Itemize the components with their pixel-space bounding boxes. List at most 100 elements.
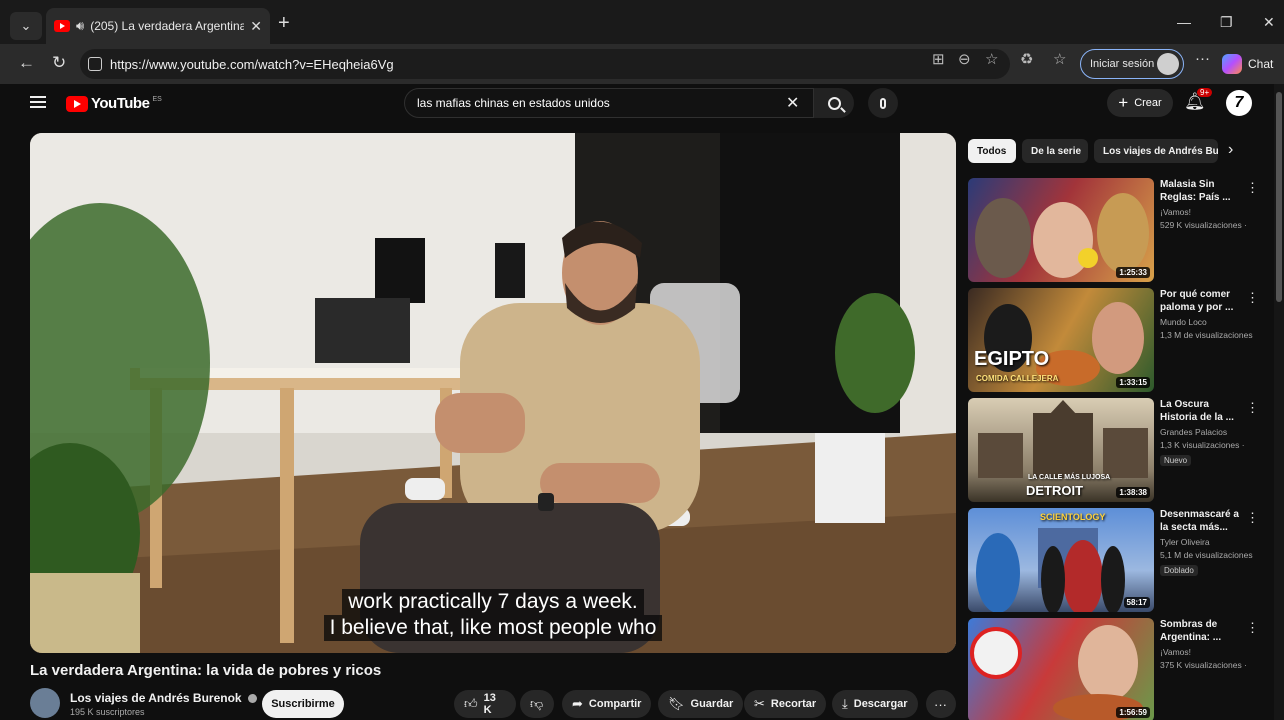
- subscriber-count: 195 K suscriptores: [70, 707, 145, 717]
- dubbed-badge: Doblado: [1160, 565, 1198, 576]
- rec-views: 1,3 M de visualizaciones: [1160, 330, 1253, 340]
- chip-all[interactable]: Todos: [968, 139, 1016, 163]
- recommendation-item[interactable]: 1:56:59 Sombras de Argentina: ... ¡Vamos…: [968, 618, 1268, 720]
- save-label: Guardar: [690, 698, 734, 710]
- scissors-icon: ✂: [754, 696, 765, 711]
- thumbnail-headline: DETROIT: [1026, 483, 1084, 498]
- create-button[interactable]: + Crear: [1107, 89, 1173, 117]
- video-duration: 1:56:59: [1116, 707, 1150, 718]
- download-button[interactable]: ⤓ Descargar: [832, 690, 918, 718]
- youtube-logo-icon: [66, 95, 88, 112]
- signin-button[interactable]: Iniciar sesión: [1080, 49, 1184, 79]
- caption-text-2: I believe that, like most people who: [323, 615, 663, 641]
- channel-name-row[interactable]: Los viajes de Andrés Burenok: [70, 691, 257, 705]
- minimize-icon[interactable]: —: [1177, 14, 1191, 30]
- zoom-icon[interactable]: ⊖: [958, 50, 971, 68]
- clip-button[interactable]: ✂ Recortar: [744, 690, 827, 718]
- chevron-right-icon[interactable]: ›: [1228, 141, 1233, 159]
- reload-icon[interactable]: ↻: [52, 53, 66, 73]
- thumbnail-headline: EGIPTO: [974, 348, 1050, 370]
- video-duration: 1:33:15: [1116, 377, 1150, 388]
- dislike-button[interactable]: 👎︎: [520, 690, 554, 718]
- more-actions-button[interactable]: ···: [926, 690, 956, 718]
- thumbnail-headline: SCIENTOLOGY: [1040, 512, 1106, 522]
- tab-list-button[interactable]: ⌄: [10, 12, 42, 40]
- back-icon[interactable]: ←: [18, 53, 35, 73]
- close-tab-icon[interactable]: ✕: [250, 18, 262, 35]
- rec-menu-icon[interactable]: ⋮: [1246, 510, 1259, 526]
- rec-channel: ¡Vamos!: [1160, 647, 1192, 657]
- channel-avatar[interactable]: [30, 688, 60, 718]
- notification-badge: 9+: [1197, 88, 1213, 97]
- new-badge: Nuevo: [1160, 455, 1192, 466]
- rec-menu-icon[interactable]: ⋮: [1246, 180, 1259, 196]
- account-avatar[interactable]: 7: [1226, 90, 1252, 116]
- video-thumbnail[interactable]: SCIENTOLOGY 58:17: [968, 508, 1154, 612]
- chip-channel[interactable]: Los viajes de Andrés Bu: [1094, 139, 1218, 163]
- page-scrollbar[interactable]: [1274, 84, 1284, 720]
- rec-title: Malasia Sin Reglas: País ...: [1160, 179, 1231, 203]
- rec-title: Sombras de Argentina: ...: [1160, 619, 1222, 643]
- create-label: Crear: [1134, 97, 1162, 109]
- like-button[interactable]: 👍︎ 13 K: [454, 690, 516, 718]
- youtube-masthead: YouTube ES las mafias chinas en estados …: [12, 84, 1274, 124]
- speaker-icon[interactable]: 🔊︎: [76, 18, 84, 34]
- rec-views: 375 K visualizaciones ·: [1160, 660, 1247, 670]
- more-menu-icon[interactable]: ···: [1195, 50, 1210, 67]
- video-thumbnail[interactable]: LA CALLE MÁS LUJOSA DETROIT 1:38:38: [968, 398, 1154, 502]
- close-window-icon[interactable]: ✕: [1263, 14, 1275, 31]
- chip-series[interactable]: De la serie: [1022, 139, 1088, 163]
- thumbnail-subheadline: COMIDA CALLEJERA: [976, 374, 1059, 383]
- search-icon: [827, 96, 841, 110]
- voice-search-button[interactable]: [868, 88, 898, 118]
- url-field[interactable]: https://www.youtube.com/watch?v=EHeqheia…: [80, 49, 1010, 79]
- youtube-logo[interactable]: YouTube ES: [66, 95, 162, 112]
- menu-icon[interactable]: [30, 96, 46, 108]
- new-tab-icon[interactable]: +: [278, 12, 290, 35]
- favorite-star-icon[interactable]: ☆: [985, 50, 998, 68]
- video-player[interactable]: work practically 7 days a week. I believ…: [30, 133, 956, 653]
- subscribe-button[interactable]: Suscribirme: [262, 690, 344, 718]
- like-count: 13 K: [483, 692, 496, 716]
- copilot-icon: [1222, 54, 1242, 74]
- video-frame: [30, 133, 956, 653]
- rec-views: 5,1 M de visualizaciones: [1160, 550, 1253, 560]
- address-bar: ← ↻ https://www.youtube.com/watch?v=EHeq…: [0, 44, 1284, 84]
- video-thumbnail[interactable]: 1:56:59: [968, 618, 1154, 720]
- signin-label: Iniciar sesión: [1090, 58, 1155, 70]
- recommendation-item[interactable]: 1:25:33 Malasia Sin Reglas: País ... ¡Va…: [968, 178, 1268, 282]
- logo-country: ES: [152, 96, 162, 103]
- caption-line-2: I believe that, like most people who: [30, 615, 956, 641]
- rec-channel: Mundo Loco: [1160, 317, 1207, 327]
- bookmark-icon: 🔖︎: [668, 696, 685, 711]
- share-button[interactable]: ➦ Compartir: [562, 690, 652, 718]
- rec-menu-icon[interactable]: ⋮: [1246, 400, 1259, 416]
- video-thumbnail[interactable]: 1:25:33: [968, 178, 1154, 282]
- rec-menu-icon[interactable]: ⋮: [1246, 620, 1259, 636]
- rec-views: 1,3 K visualizaciones ·: [1160, 440, 1245, 450]
- browser-tab[interactable]: 🔊︎ (205) La verdadera Argentina: la vida…: [46, 8, 270, 44]
- share-label: Compartir: [588, 698, 642, 710]
- recommendation-item[interactable]: SCIENTOLOGY 58:17 Desenmascaré a la sect…: [968, 508, 1268, 612]
- video-title: La verdadera Argentina: la vida de pobre…: [30, 662, 382, 679]
- video-thumbnail[interactable]: EGIPTO COMIDA CALLEJERA 1:33:15: [968, 288, 1154, 392]
- thumbs-down-icon: 👎︎: [530, 696, 544, 711]
- search-input[interactable]: las mafias chinas en estados unidos: [404, 88, 814, 118]
- thumbnail-art: [970, 625, 1143, 720]
- maximize-icon[interactable]: ❐: [1220, 14, 1233, 31]
- logo-text: YouTube: [91, 95, 150, 112]
- clear-search-icon[interactable]: ✕: [786, 93, 799, 113]
- rec-menu-icon[interactable]: ⋮: [1246, 290, 1259, 306]
- favorites-icon[interactable]: ☆: [1053, 50, 1066, 68]
- caption-text-1: work practically 7 days a week.: [342, 589, 644, 615]
- video-duration: 1:25:33: [1116, 267, 1150, 278]
- scrollbar-thumb[interactable]: [1276, 92, 1282, 302]
- extensions-icon[interactable]: ♻: [1020, 50, 1033, 68]
- app-available-icon[interactable]: ⊞: [932, 50, 945, 68]
- search-button[interactable]: [814, 88, 854, 118]
- recommendation-item[interactable]: LA CALLE MÁS LUJOSA DETROIT 1:38:38 La O…: [968, 398, 1268, 502]
- clip-label: Recortar: [770, 698, 817, 710]
- save-button[interactable]: 🔖︎ Guardar: [658, 690, 744, 718]
- recommendation-item[interactable]: EGIPTO COMIDA CALLEJERA 1:33:15 Por qué …: [968, 288, 1268, 392]
- copilot-chat-button[interactable]: Chat: [1222, 54, 1273, 74]
